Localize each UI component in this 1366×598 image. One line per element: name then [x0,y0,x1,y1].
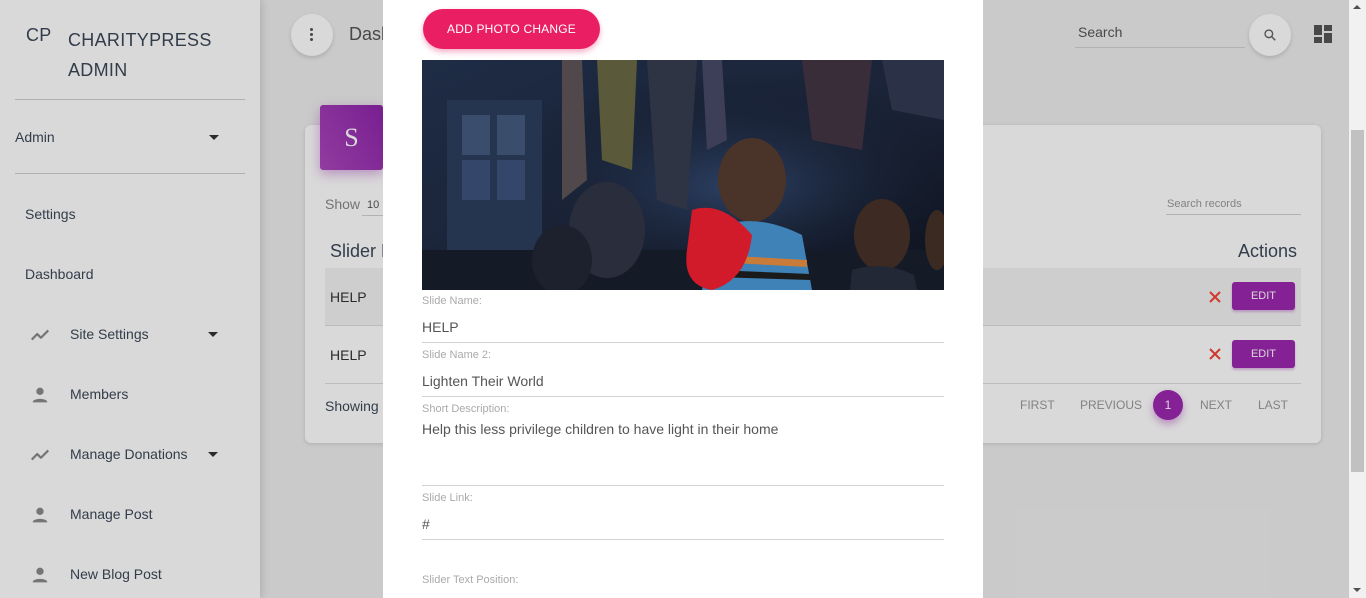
slider-text-position-label: Slider Text Position: [422,574,519,586]
slide-link-label: Slide Link: [422,492,473,504]
slide-name-label: Slide Name: [422,295,482,307]
slide-name-2-field [422,367,944,397]
slide-name-field [422,313,944,343]
short-description-field: Help this less privilege children to hav… [422,421,944,486]
slide-link-field [422,510,944,540]
edit-slide-modal: ADD PHOTO CHANGE Slide Name: HELP Slide … [383,0,983,598]
slide-name-input[interactable] [422,313,944,341]
slide-link-input[interactable] [422,510,944,538]
slide-name-2-label: Slide Name 2: [422,349,492,361]
short-description-textarea[interactable]: Help this less privilege children to hav… [422,421,944,481]
scrollbar-thumb[interactable] [1351,130,1364,472]
slide-name-2-input[interactable] [422,367,944,395]
add-photo-change-button[interactable]: ADD PHOTO CHANGE [423,9,600,49]
scroll-up-arrow-icon[interactable] [1353,5,1361,9]
page-scrollbar[interactable] [1349,0,1366,598]
slide-photo [422,60,944,290]
short-description-label: Short Description: [422,403,510,415]
scroll-down-arrow-icon[interactable] [1353,588,1361,592]
